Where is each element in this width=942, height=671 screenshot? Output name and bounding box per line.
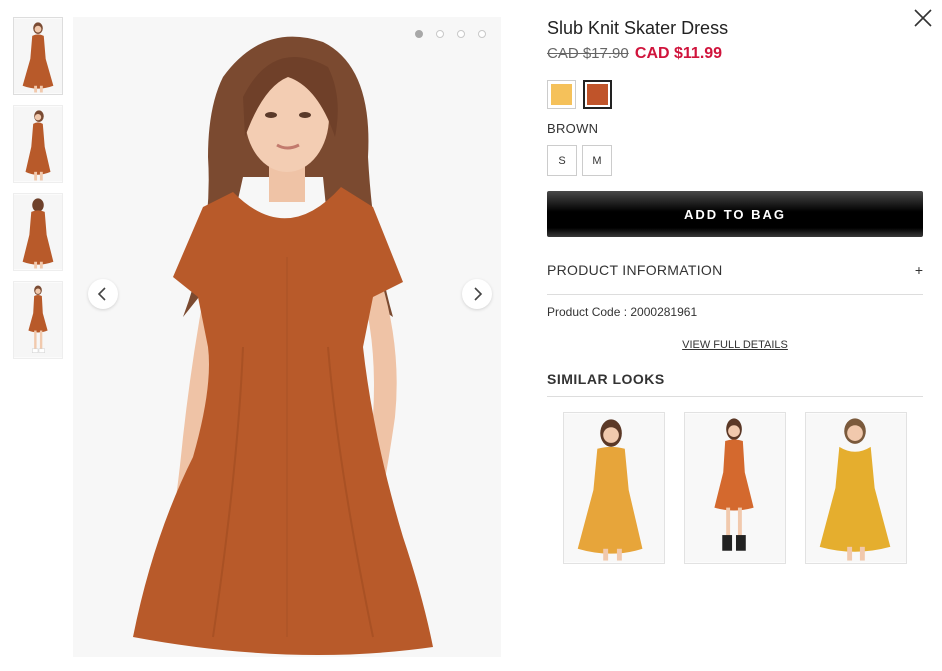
sale-price: CAD $11.99 <box>634 45 723 62</box>
similar-item-1[interactable] <box>563 412 665 564</box>
thumbnail-4[interactable] <box>13 281 63 359</box>
product-details-panel: Slub Knit Skater Dress CAD $17.90 CAD $1… <box>547 17 923 564</box>
selected-color-label: BROWN <box>547 121 599 136</box>
main-product-image <box>73 17 501 657</box>
thumbnail-1[interactable] <box>13 17 63 95</box>
similar-looks-list <box>547 412 923 564</box>
plus-icon: + <box>914 262 923 278</box>
next-image-button[interactable] <box>462 279 492 309</box>
view-full-details-container: VIEW FULL DETAILS <box>547 339 923 351</box>
pagination-dot-4[interactable] <box>478 30 486 38</box>
size-m-button[interactable]: M <box>582 145 612 176</box>
product-information-toggle[interactable]: PRODUCT INFORMATION + <box>547 261 923 295</box>
model-photo <box>73 17 501 657</box>
chevron-right-icon <box>474 287 483 301</box>
swatch-mustard[interactable] <box>547 80 576 109</box>
size-s-button[interactable]: S <box>547 145 577 176</box>
thumbnail-2[interactable] <box>13 105 63 183</box>
pagination-dot-3[interactable] <box>457 30 465 38</box>
color-swatches <box>547 80 923 109</box>
view-full-details-link[interactable]: VIEW FULL DETAILS <box>682 339 788 351</box>
chevron-left-icon <box>97 287 106 301</box>
original-price: CAD $17.90 <box>547 45 629 62</box>
thumbnail-list <box>13 17 63 369</box>
product-information-label: PRODUCT INFORMATION <box>547 262 723 278</box>
product-code: Product Code : 2000281961 <box>547 305 698 319</box>
similar-looks-heading: SIMILAR LOOKS <box>547 371 923 397</box>
similar-item-3[interactable] <box>805 412 907 564</box>
add-to-bag-button[interactable]: ADD TO BAG <box>547 191 923 237</box>
thumbnail-3[interactable] <box>13 193 63 271</box>
swatch-brown[interactable] <box>583 80 612 109</box>
product-title: Slub Knit Skater Dress <box>547 18 729 38</box>
pagination-dot-1[interactable] <box>415 30 423 38</box>
image-pagination <box>415 30 486 38</box>
previous-image-button[interactable] <box>88 279 118 309</box>
similar-item-2[interactable] <box>684 412 786 564</box>
size-selector: S M <box>547 145 923 176</box>
price-row: CAD $17.90 CAD $11.99 <box>547 44 923 64</box>
pagination-dot-2[interactable] <box>436 30 444 38</box>
